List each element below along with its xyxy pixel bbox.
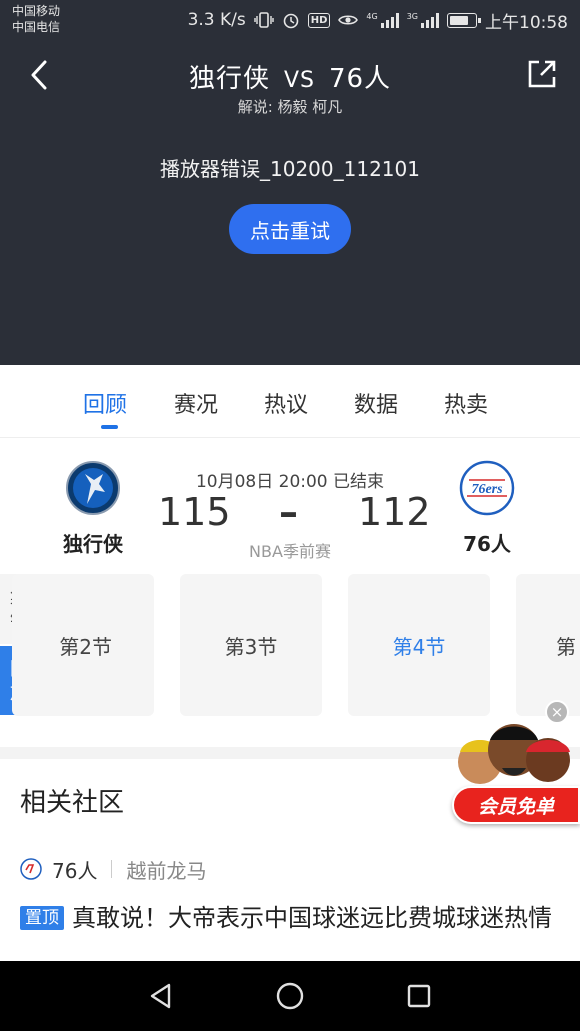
alarm-icon [282, 11, 300, 29]
post-team: 76人 [52, 858, 98, 883]
battery-icon [447, 12, 481, 28]
quarter-card-4[interactable]: 第4节 [348, 574, 490, 716]
retry-button[interactable]: 点击重试 [229, 204, 351, 254]
signal-3g-icon: 3G [407, 12, 439, 28]
quarter-card-3-label: 第3节 [224, 634, 278, 659]
away-team-name: 76人 [463, 532, 511, 556]
tab-review[interactable]: 回顾 [83, 387, 127, 419]
share-icon [528, 60, 556, 88]
76ers-logo[interactable]: 76ers [459, 460, 515, 516]
tab-game-status[interactable]: 赛况 [174, 387, 218, 419]
tab-stats[interactable]: 数据 [354, 387, 398, 419]
76ers-logo-text: 76ers [471, 482, 503, 497]
vibrate-icon [254, 11, 274, 29]
76ers-small-logo-icon [20, 858, 42, 880]
away-team-title: 76人 [328, 64, 392, 94]
quarter-card-5[interactable]: 第 [516, 574, 580, 716]
vip-floating-ad[interactable]: × 会员免单 [450, 700, 580, 828]
post-subforum: 越前龙马 [126, 858, 207, 883]
pinned-badge: 置顶 [20, 906, 64, 930]
tab-bar: 回顾 赛况 热议 数据 热卖 [0, 365, 580, 438]
share-button[interactable] [524, 56, 560, 92]
carrier-1: 中国移动 [12, 4, 61, 18]
nav-home-button[interactable] [273, 979, 307, 1013]
community-section-title: 相关社区 [20, 788, 125, 818]
battery-fill [450, 15, 468, 25]
close-ad-button[interactable]: × [545, 700, 569, 724]
quarter-card-3[interactable]: 第3节 [180, 574, 322, 716]
post-meta[interactable]: 76人 越前龙马 [20, 855, 206, 883]
home-score: 115 [158, 490, 231, 534]
eye-icon [338, 13, 359, 27]
active-tab-indicator [101, 425, 118, 429]
quarter-card-4-label: 第4节 [392, 634, 446, 659]
vip-free-order-badge[interactable]: 会员免单 [452, 786, 580, 824]
recents-square-icon [407, 984, 431, 1008]
nav-back-button[interactable] [144, 979, 178, 1013]
signal-4g-icon: 4G [366, 12, 399, 28]
score-dash: – [279, 490, 298, 534]
vs-label: VS [283, 68, 315, 93]
carrier-2: 中国电信 [12, 20, 61, 34]
hd-icon: HD [307, 12, 331, 28]
match-title: 独行侠 VS 76人 [0, 58, 580, 95]
post-title-text: 真敢说！大帝表示中国球迷远比费城球迷热情 [72, 904, 552, 932]
home-circle-icon [276, 982, 304, 1010]
away-score: 112 [358, 490, 431, 534]
tab-discussion[interactable]: 热议 [264, 387, 308, 419]
clock: 上午10:58 [485, 12, 568, 33]
commentary-text: 解说: 杨毅 柯凡 [237, 98, 343, 116]
tab-shop[interactable]: 热卖 [444, 387, 488, 419]
player-error-message: 播放器错误_10200_112101 [160, 157, 420, 181]
carrier-info: 中国移动 中国电信 [12, 3, 60, 35]
system-nav-bar [0, 961, 580, 1031]
home-team-title: 独行侠 [188, 64, 270, 94]
status-bar: 中国移动 中国电信 3.3 K/s HD 4G 3G 上午10:58 [0, 0, 580, 40]
video-player: 独行侠 VS 76人 解说: 杨毅 柯凡 播放器错误_10200_112101 点击… [0, 40, 580, 365]
quarter-card-2[interactable]: 第2节 [12, 574, 154, 716]
post-title[interactable]: 置顶 真敢说！大帝表示中国球迷远比费城球迷热情 [20, 900, 560, 936]
network-speed: 3.3 K/s [187, 10, 246, 30]
quarter-card-5-label: 第 [556, 634, 576, 659]
status-icons: 3.3 K/s HD 4G 3G 上午10:58 [187, 8, 568, 33]
meta-divider [111, 860, 113, 878]
back-triangle-icon [150, 983, 171, 1009]
nav-recents-button[interactable] [402, 979, 436, 1013]
scoreboard: 独行侠 10月08日 20:00 已结束 115 – 112 NBA季前赛 76… [0, 440, 580, 568]
quarter-card-2-label: 第2节 [59, 634, 112, 659]
